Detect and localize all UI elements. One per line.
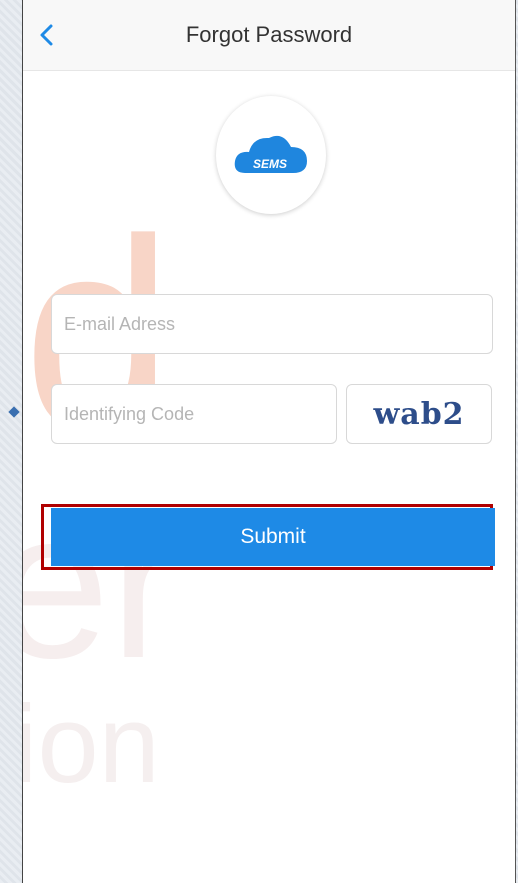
cloud-icon: SEMS — [234, 135, 307, 173]
watermark-suffix: ion — [22, 683, 160, 806]
phone-screen: d er ion Forgot Password SEMS wab2 Submi… — [22, 0, 516, 883]
nav-header: Forgot Password — [23, 0, 515, 71]
submit-button[interactable]: Submit — [51, 508, 495, 566]
captcha-image[interactable]: wab2 — [346, 384, 492, 444]
identifying-code-input[interactable] — [51, 384, 337, 444]
pointer-marker — [8, 406, 20, 418]
email-input[interactable] — [51, 294, 493, 354]
page-title: Forgot Password — [185, 22, 353, 47]
logo-text: SEMS — [253, 157, 287, 171]
app-logo: SEMS — [216, 96, 326, 214]
